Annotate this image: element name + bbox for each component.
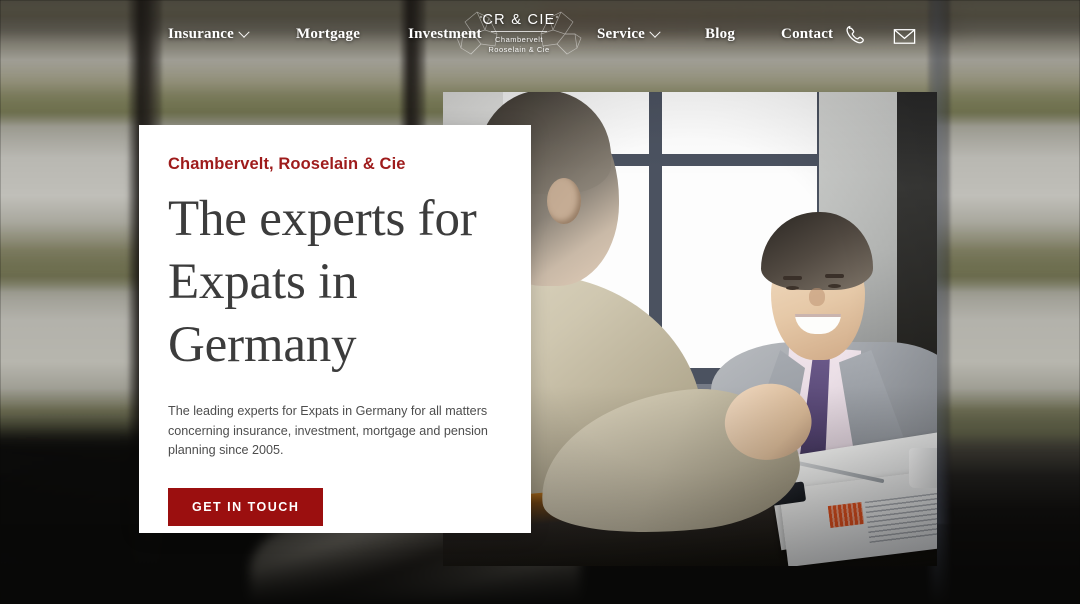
- nav-item-label: Blog: [705, 26, 736, 42]
- nav-item-insurance[interactable]: Insurance: [168, 26, 250, 43]
- nav-item-mortgage[interactable]: Mortgage: [296, 26, 360, 43]
- site-header: Insurance Mortgage Investment CR & CIE C…: [0, 0, 1080, 70]
- get-in-touch-button[interactable]: Get in touch: [168, 488, 324, 527]
- logo-divider: [491, 31, 547, 33]
- phone-icon[interactable]: [843, 23, 869, 49]
- nav-item-service[interactable]: Service: [597, 26, 661, 43]
- nav-item-label: Mortgage: [295, 26, 361, 42]
- nav-item-contact[interactable]: Contact: [781, 26, 833, 43]
- primary-nav-right: Service Blog Contact: [597, 26, 833, 43]
- hero-card: Chambervelt, Rooselain & Cie The experts…: [139, 125, 531, 533]
- site-logo[interactable]: CR & CIE Chambervelt Rooselain & Cie: [455, 4, 583, 64]
- header-contact-icons: [843, 22, 918, 49]
- nav-item-label: Insurance: [168, 26, 234, 42]
- hero-card-content: Chambervelt, Rooselain & Cie The experts…: [139, 125, 531, 527]
- hero-description: The leading experts for Expats in German…: [168, 403, 488, 458]
- envelope-icon[interactable]: [891, 22, 918, 49]
- logo-subtitle-line2: Rooselain & Cie: [488, 45, 550, 55]
- logo-main-text: CR & CIE: [482, 11, 556, 28]
- logo-text: CR & CIE Chambervelt Rooselain & Cie: [482, 13, 555, 56]
- page-root: Insurance Mortgage Investment CR & CIE C…: [0, 0, 1080, 604]
- hero-eyebrow: Chambervelt, Rooselain & Cie: [168, 155, 406, 173]
- primary-nav-left: Insurance Mortgage Investment: [168, 26, 482, 43]
- nav-item-blog[interactable]: Blog: [705, 26, 735, 43]
- nav-item-label: Service: [597, 26, 646, 42]
- chevron-down-icon: [649, 26, 661, 38]
- chevron-down-icon: [238, 26, 250, 38]
- logo-subtitle-line1: Chambervelt: [494, 35, 544, 45]
- nav-item-label: Contact: [781, 26, 834, 42]
- page-title: The experts for Expats in Germany: [168, 191, 477, 374]
